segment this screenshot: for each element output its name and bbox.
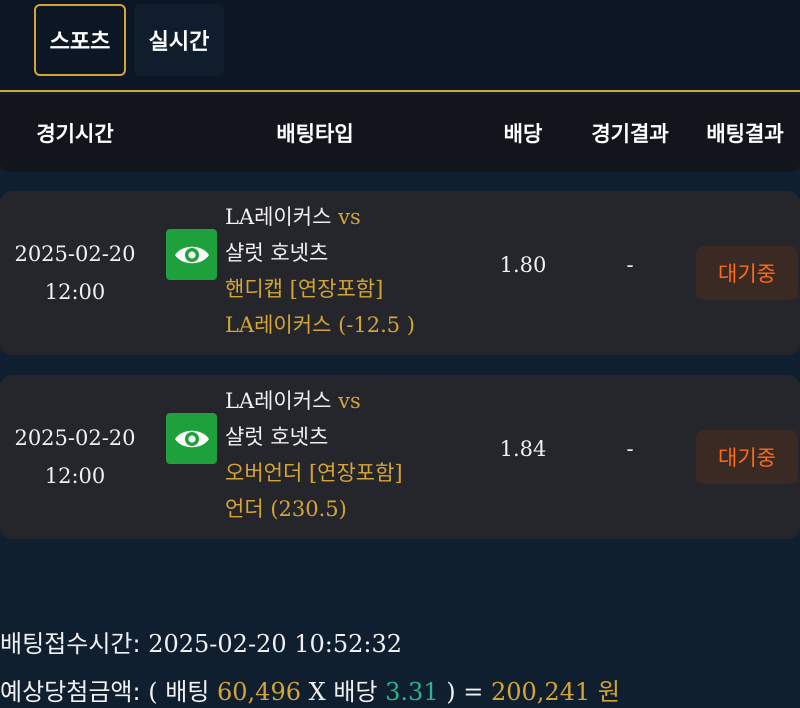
game-time: 2025-02-20 12:00 [0,419,150,495]
bet-pick: LA레이커스 (-12.5 ) [225,313,415,337]
tab-sports[interactable]: 스포츠 [34,4,126,76]
bet-row: 2025-02-20 12:00 LA레이커스 vs 샬럿 호넷츠 오버언더 [… [0,375,800,539]
bet-type: LA레이커스 vs 샬럿 호넷츠 핸디캡 [연장포함] LA레이커스 (-12.… [225,199,495,343]
expected-payout: 200,241 원 [490,678,620,706]
bet-type: LA레이커스 vs 샬럿 호넷츠 오버언더 [연장포함] 언더 (230.5) [225,383,495,527]
header-bet-type: 배팅타입 [276,122,354,146]
bet-row: 2025-02-20 12:00 LA레이커스 vs 샬럿 호넷츠 핸디캡 [연… [0,191,800,355]
market-type: 핸디캡 [연장포함] [225,277,384,301]
away-team: 샬럿 호넷츠 [225,425,329,449]
vs-label: vs [338,205,361,229]
bet-amount: 60,496 [217,678,301,706]
market-type: 오버언더 [연장포함] [225,461,403,485]
receipt-time-label: 배팅접수시간: [0,630,141,658]
game-clock: 12:00 [44,280,106,304]
total-odds: 3.31 [385,678,439,706]
home-team: LA레이커스 [225,205,332,229]
header-game-time: 경기시간 [36,122,114,146]
view-button[interactable] [166,229,217,280]
header-odds: 배당 [503,122,543,146]
game-clock: 12:00 [44,464,106,488]
game-date: 2025-02-20 [14,242,136,266]
close-equals: ) = [446,678,484,706]
game-result: - [626,253,634,277]
expected-payout-line: 예상당첨금액: ( 배팅 60,496 X 배당 3.31 ) = 200,24… [0,668,800,708]
eye-icon [174,246,209,263]
times-odds-label: X 배당 [308,678,378,706]
bet-summary: 배팅접수시간: 2025-02-20 10:52:32 예상당첨금액: ( 배팅… [0,620,800,708]
matchup: LA레이커스 vs [225,383,495,419]
away-team: 샬럿 호넷츠 [225,241,329,265]
matchup: LA레이커스 vs [225,199,495,235]
vs-label: vs [338,389,361,413]
odds-value: 1.84 [499,437,547,461]
table-header: 경기시간 배팅타입 배당 경기결과 배팅결과 [0,94,800,172]
receipt-time-line: 배팅접수시간: 2025-02-20 10:52:32 [0,620,800,668]
status-badge: 대기중 [696,430,798,484]
header-bet-result: 배팅결과 [706,122,784,146]
game-result: - [626,437,634,461]
bet-pick: 언더 (230.5) [225,497,347,521]
eye-icon [174,430,209,447]
receipt-time-value: 2025-02-20 10:52:32 [148,630,403,658]
bet-open-paren: ( 배팅 [148,678,210,706]
tab-live[interactable]: 실시간 [134,4,224,76]
home-team: LA레이커스 [225,389,332,413]
view-button[interactable] [166,413,217,464]
tab-bar: 스포츠 실시간 [0,0,800,92]
expected-payout-label: 예상당첨금액: [0,678,141,706]
header-game-result: 경기결과 [591,122,669,146]
status-badge: 대기중 [696,246,798,300]
game-time: 2025-02-20 12:00 [0,235,150,311]
odds-value: 1.80 [499,253,547,277]
game-date: 2025-02-20 [14,426,136,450]
